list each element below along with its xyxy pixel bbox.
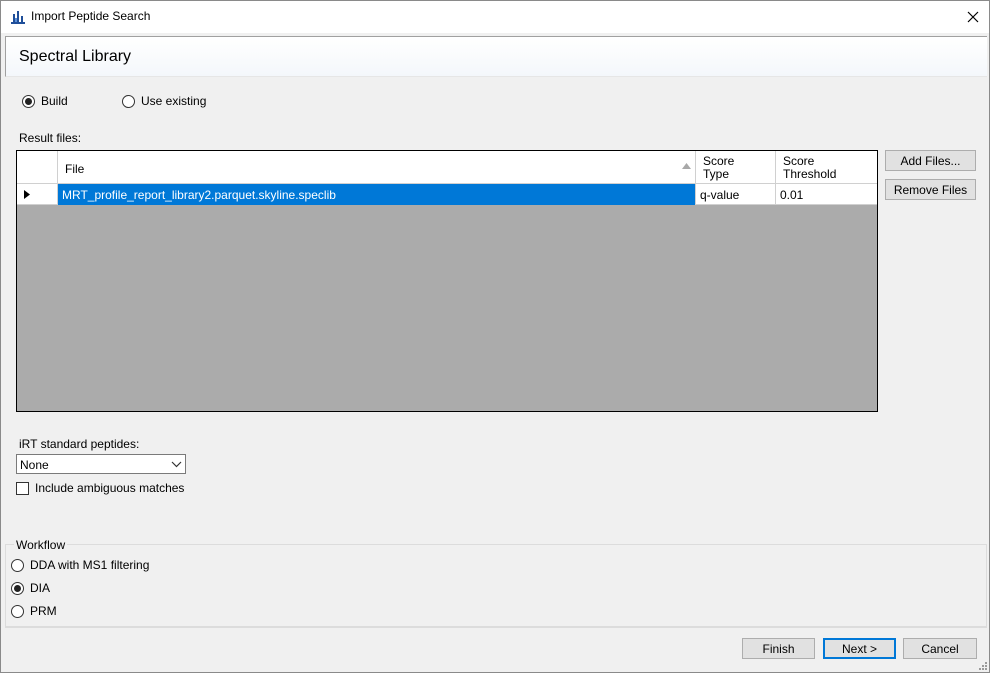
cancel-button[interactable]: Cancel xyxy=(903,638,977,659)
column-header-file-label: File xyxy=(65,162,85,176)
footer-divider xyxy=(5,627,987,628)
window-title: Import Peptide Search xyxy=(31,9,151,23)
title-bar: Import Peptide Search xyxy=(1,1,989,33)
table-row[interactable]: MRT_profile_report_library2.parquet.skyl… xyxy=(17,184,877,205)
close-button[interactable] xyxy=(957,1,989,33)
sort-ascending-icon xyxy=(682,163,691,169)
cell-score-threshold[interactable]: 0.01 xyxy=(776,184,877,205)
column-header-score-threshold-label: Score Threshold xyxy=(783,154,837,181)
column-header-score-type-label: Score Type xyxy=(703,154,735,181)
remove-files-button[interactable]: Remove Files xyxy=(885,179,976,200)
cell-file-text: MRT_profile_report_library2.parquet.skyl… xyxy=(62,188,336,202)
column-header-score-type[interactable]: Score Type xyxy=(696,151,776,184)
workflow-radio-dia[interactable]: DIA xyxy=(11,581,50,595)
workflow-radio-dda-label: DDA with MS1 filtering xyxy=(30,558,150,572)
use-existing-radio-label: Use existing xyxy=(141,94,207,108)
workflow-title: Workflow xyxy=(14,538,68,552)
result-files-label: Result files: xyxy=(19,131,82,145)
finish-button[interactable]: Finish xyxy=(742,638,815,659)
import-peptide-search-window: Import Peptide Search Spectral Library B… xyxy=(0,0,990,673)
column-header-score-threshold[interactable]: Score Threshold xyxy=(776,151,877,184)
cell-score-type-text: q-value xyxy=(700,188,740,202)
close-icon xyxy=(967,11,979,23)
row-header[interactable] xyxy=(17,184,58,205)
cell-file[interactable]: MRT_profile_report_library2.parquet.skyl… xyxy=(58,184,696,205)
workflow-radio-dia-label: DIA xyxy=(30,581,51,595)
include-ambiguous-check-box[interactable] xyxy=(16,481,29,495)
use-existing-radio[interactable]: Use existing xyxy=(122,94,206,108)
workflow-radio-dda-circle[interactable] xyxy=(11,558,24,572)
next-button[interactable]: Next > xyxy=(823,638,896,659)
build-radio-label: Build xyxy=(41,94,68,108)
page-header: Spectral Library xyxy=(5,36,987,77)
include-ambiguous-label: Include ambiguous matches xyxy=(35,481,185,495)
irt-standard-combobox[interactable]: None xyxy=(16,454,186,474)
workflow-radio-dda[interactable]: DDA with MS1 filtering xyxy=(11,558,149,572)
irt-standard-label: iRT standard peptides: xyxy=(19,437,140,451)
workflow-radio-dia-circle[interactable] xyxy=(11,581,24,595)
current-row-arrow-icon xyxy=(24,190,30,199)
include-ambiguous-checkbox[interactable]: Include ambiguous matches xyxy=(16,481,184,495)
grid-header: File Score Type Score Threshold xyxy=(17,151,877,184)
build-radio[interactable]: Build xyxy=(22,94,68,108)
result-files-grid[interactable]: File Score Type Score Threshold MRT_prof… xyxy=(16,150,878,412)
resize-grip-icon[interactable] xyxy=(977,660,987,670)
irt-standard-selected: None xyxy=(20,458,49,472)
workflow-radio-prm[interactable]: PRM xyxy=(11,604,57,618)
use-existing-radio-circle[interactable] xyxy=(122,94,135,108)
column-header-file[interactable]: File xyxy=(58,151,696,184)
workflow-radio-prm-label: PRM xyxy=(30,604,57,618)
row-header-corner xyxy=(17,151,58,184)
add-files-button[interactable]: Add Files... xyxy=(885,150,976,171)
build-radio-circle[interactable] xyxy=(22,94,35,108)
page-title: Spectral Library xyxy=(19,48,132,65)
cell-score-threshold-text: 0.01 xyxy=(780,188,804,202)
skyline-app-icon xyxy=(11,11,25,24)
cell-score-type[interactable]: q-value xyxy=(696,184,776,205)
chevron-down-icon xyxy=(171,461,182,468)
workflow-radio-prm-circle[interactable] xyxy=(11,604,24,618)
workflow-group: Workflow xyxy=(5,538,987,627)
